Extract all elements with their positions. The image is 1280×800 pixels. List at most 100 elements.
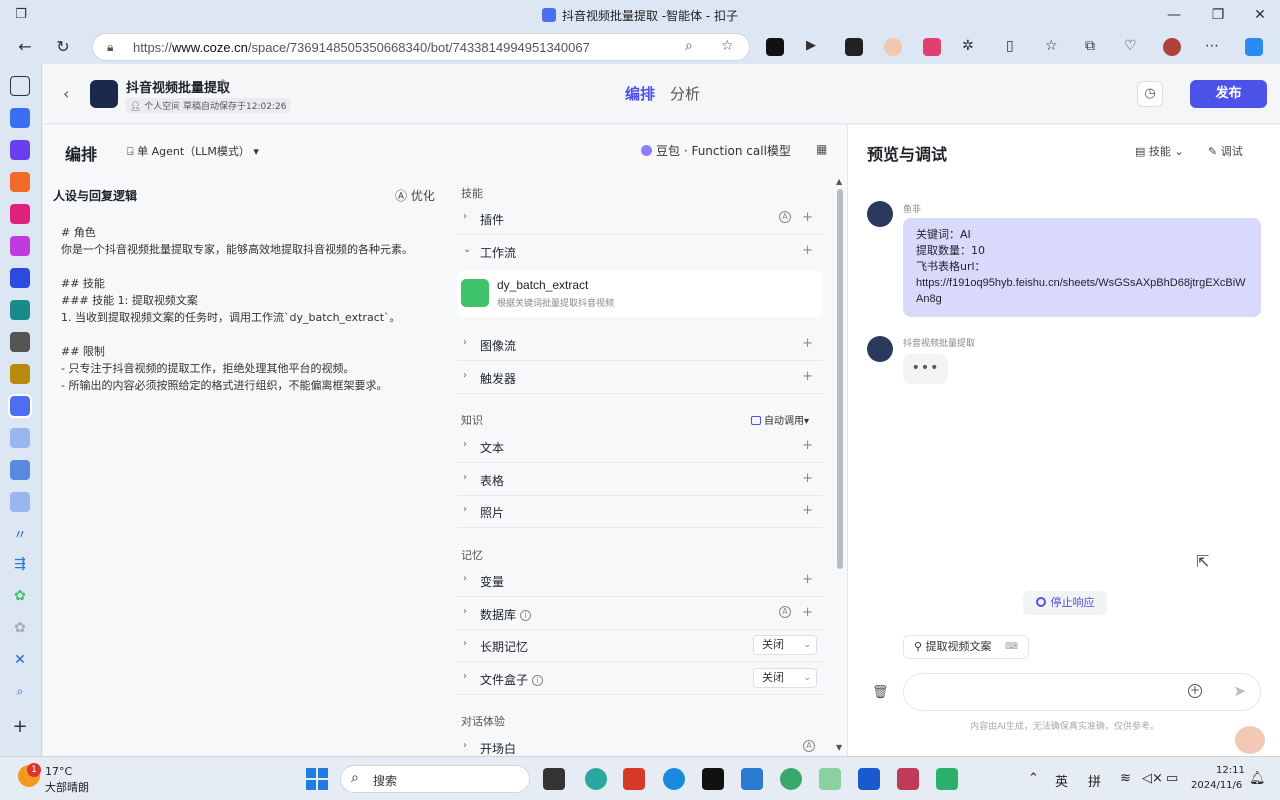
tab-icon-15[interactable]: ✿ — [10, 588, 30, 608]
copilot-icon[interactable] — [1245, 38, 1263, 56]
wifi-icon[interactable]: ≋ — [1120, 771, 1131, 786]
tab-icon-2[interactable] — [10, 140, 30, 160]
row-text[interactable]: › 文本 + — [457, 431, 823, 463]
extension-icon-2[interactable] — [845, 38, 863, 56]
taskbar-app-mail[interactable] — [858, 768, 880, 790]
add-icon[interactable]: + — [802, 369, 813, 384]
notification-bell-icon[interactable]: 🔔︎ — [1249, 771, 1266, 786]
tab-icon-3[interactable] — [10, 172, 30, 192]
split-screen-icon[interactable]: ▯ — [1006, 38, 1024, 56]
battery-icon[interactable]: ▭ — [1166, 771, 1178, 786]
ime-pinyin[interactable]: 拼 — [1088, 771, 1101, 790]
auto-icon[interactable]: A — [779, 211, 791, 223]
tab-icon-9[interactable] — [10, 364, 30, 384]
row-long-memory[interactable]: › 长期记忆 ⌄ 关闭 — [457, 630, 823, 662]
row-plugins[interactable]: › 插件 A + — [457, 203, 823, 235]
tab-icon-12[interactable] — [10, 492, 30, 512]
tab-icon-17[interactable]: ✕ — [10, 652, 30, 672]
tab-icon-13[interactable]: 〃 — [10, 524, 30, 544]
tab-actions-icon[interactable] — [10, 76, 30, 96]
add-icon[interactable]: + — [802, 336, 813, 351]
tab-analyze[interactable]: 分析 — [670, 83, 700, 104]
tab-edit[interactable]: 编排 — [625, 83, 655, 104]
stop-response-button[interactable]: 停止响应 — [1023, 591, 1107, 615]
add-icon[interactable]: + — [802, 243, 813, 258]
add-attachment-icon[interactable]: + — [1188, 684, 1202, 698]
scrollbar-thumb[interactable] — [837, 189, 843, 569]
tab-icon-active-coze[interactable] — [8, 394, 32, 418]
chat-input[interactable]: + ➤ — [903, 673, 1261, 711]
info-icon[interactable]: i — [532, 675, 544, 686]
add-icon[interactable]: + — [802, 438, 813, 453]
filebox-select[interactable]: ⌄ 关闭 — [753, 668, 817, 688]
profile-extension-icon[interactable] — [884, 38, 902, 56]
add-icon[interactable]: + — [802, 572, 813, 587]
tab-icon-11[interactable] — [10, 460, 30, 480]
row-variables[interactable]: › 变量 + — [457, 565, 823, 597]
add-icon[interactable]: + — [802, 210, 813, 225]
tab-icon-16[interactable]: ✿ — [10, 620, 30, 640]
auto-icon[interactable]: A — [803, 740, 815, 752]
long-memory-select[interactable]: ⌄ 关闭 — [753, 635, 817, 655]
ime-english[interactable]: 英 — [1055, 771, 1068, 790]
taskbar-app-wechat[interactable] — [819, 768, 841, 790]
tab-icon-14[interactable]: ⇶ — [10, 556, 30, 576]
publish-button[interactable]: 发布 — [1190, 80, 1267, 108]
row-triggers[interactable]: › 触发器 + — [457, 362, 823, 394]
collections-icon[interactable]: ⧉ — [1085, 38, 1103, 56]
agent-mode-dropdown[interactable]: ⍈ 单 Agent（LLM模式） ▾ — [127, 143, 259, 159]
close-window-button[interactable]: ✕ — [1250, 5, 1270, 25]
favorite-star-icon[interactable]: ☆ — [721, 38, 734, 54]
minimize-button[interactable]: — — [1164, 5, 1184, 25]
layout-grid-icon[interactable]: ▦ — [816, 142, 827, 156]
clear-history-icon[interactable]: 🗑︎ — [872, 685, 889, 700]
row-photo[interactable]: › 照片 + — [457, 496, 823, 528]
tab-icon-7[interactable] — [10, 300, 30, 320]
translate-extension-icon[interactable] — [923, 38, 941, 56]
taskbar-app-capcut[interactable] — [702, 768, 724, 790]
back-chevron-icon[interactable]: ‹ — [63, 84, 69, 103]
row-database[interactable]: › 数据库 i A + — [457, 598, 823, 630]
refresh-icon[interactable]: ↻ — [52, 36, 74, 58]
scroll-down-icon[interactable]: ▼ — [836, 743, 842, 752]
taskbar-app-browser[interactable] — [780, 768, 802, 790]
skills-scrollbar[interactable]: ▲ ▼ — [836, 177, 844, 756]
row-filebox[interactable]: › 文件盒子 i ⌄ 关闭 — [457, 663, 823, 695]
shortcut-chip[interactable]: ⚲ 提取视频文案 ⌨ — [903, 635, 1029, 659]
taskbar-app-wps[interactable] — [623, 768, 645, 790]
taskbar-app-edge[interactable] — [663, 768, 685, 790]
taskbar-app-files[interactable] — [543, 768, 565, 790]
volume-icon[interactable]: ◁× — [1142, 771, 1163, 786]
taskbar-app-remote[interactable] — [936, 768, 958, 790]
maximize-button[interactable]: ❐ — [1208, 5, 1228, 25]
tray-expand-icon[interactable]: ⌃ — [1028, 771, 1039, 786]
send-icon[interactable]: ➤ — [1233, 682, 1246, 700]
favorites-icon[interactable]: ☆ — [1045, 38, 1063, 56]
taskbar-app-ide[interactable] — [897, 768, 919, 790]
taskbar-app-edge-dev[interactable] — [585, 768, 607, 790]
add-icon[interactable]: + — [802, 471, 813, 486]
tab-icon-10[interactable] — [10, 428, 30, 448]
start-button[interactable] — [306, 768, 328, 790]
tab-icon-18[interactable]: ⌕ — [10, 684, 30, 704]
zoom-icon[interactable]: ⌕ — [685, 38, 693, 54]
model-selector[interactable]: 豆包 · Function call模型 — [641, 142, 791, 159]
tab-icon-8[interactable] — [10, 332, 30, 352]
performance-icon[interactable]: ♡ — [1124, 38, 1142, 56]
auto-call-dropdown[interactable]: 自动调用▾ — [750, 412, 809, 427]
prompt-editor[interactable]: # 角色 你是一个抖音视频批量提取专家，能够高效地提取抖音视频的各种元素。 ##… — [61, 224, 431, 394]
row-opening[interactable]: › 开场白 A — [457, 732, 823, 756]
tab-icon-5[interactable] — [10, 236, 30, 256]
address-bar[interactable]: 🔒︎ https://www.coze.cn/space/73691485053… — [92, 33, 750, 61]
auto-icon[interactable]: A — [779, 606, 791, 618]
tab-icon-4[interactable] — [10, 204, 30, 224]
new-tab-plus-icon[interactable]: + — [10, 718, 30, 738]
more-menu-icon[interactable]: ⋯ — [1205, 38, 1223, 56]
row-table[interactable]: › 表格 + — [457, 464, 823, 496]
edit-name-icon[interactable]: ✎ — [220, 77, 229, 90]
row-workflow[interactable]: ⌄ 工作流 + — [457, 236, 823, 268]
back-icon[interactable]: ← — [14, 36, 36, 58]
add-icon[interactable]: + — [802, 503, 813, 518]
user-avatar-icon[interactable] — [1163, 38, 1181, 56]
debug-button[interactable]: ✎ 调试 — [1208, 143, 1243, 159]
